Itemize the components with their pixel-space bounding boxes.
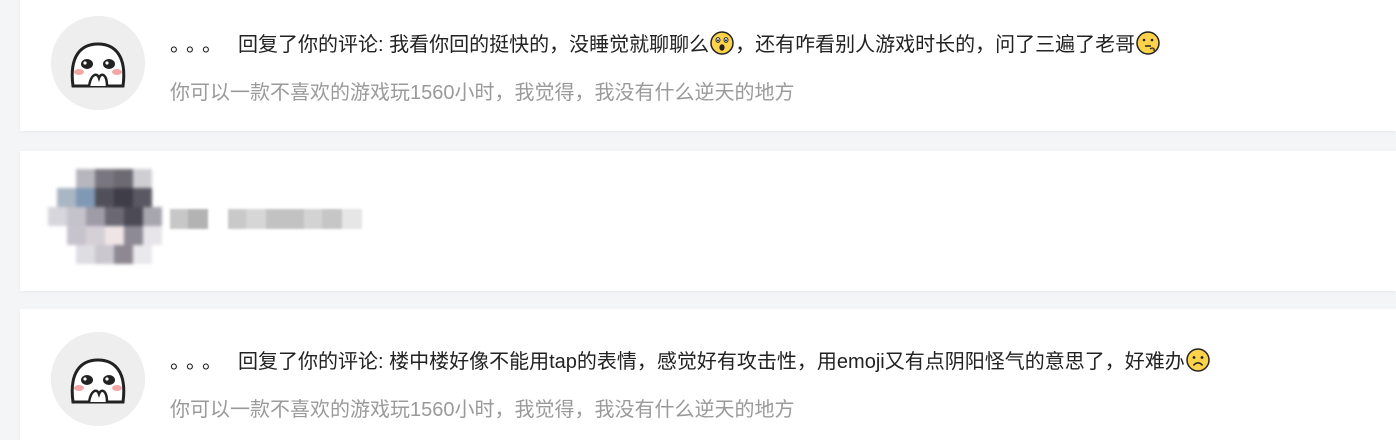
cartoon-face-icon [51,16,145,110]
thinking-face-icon [1136,30,1160,55]
quoted-comment[interactable]: 你可以一款不喜欢的游戏玩1560小时，我觉得，我没有什么逆天的地方 [170,393,795,422]
notification-card[interactable]: 。。。 回复了你的评论: 楼中楼好像不能用tap的表情，感觉好有攻击性，用emo… [20,309,1396,440]
avatar-blurred [48,169,162,277]
quoted-comment[interactable]: 你可以一款不喜欢的游戏玩1560小时，我觉得，我没有什么逆天的地方 [170,76,795,105]
surprised-face-icon [710,30,734,55]
frowning-face-icon [1185,347,1210,372]
notification-card-redacted[interactable] [20,151,1396,291]
username[interactable]: 。。。 [170,28,228,57]
reply-text: 回复了你的评论: 楼中楼好像不能用tap的表情，感觉好有攻击性，用emoji又有… [238,351,1185,373]
username-blurred [170,209,365,229]
reply-line[interactable]: 。。。 回复了你的评论: 我看你回的挺快的，没睡觉就聊聊么 ，还有咋看别人游戏时… [170,28,1161,57]
avatar[interactable] [51,332,145,426]
cartoon-face-icon [51,332,145,426]
notification-card[interactable]: 。。。 回复了你的评论: 我看你回的挺快的，没睡觉就聊聊么 ，还有咋看别人游戏时… [20,0,1396,131]
reply-text: 回复了你的评论: 我看你回的挺快的，没睡觉就聊聊么 [238,34,710,56]
username[interactable]: 。。。 [170,345,228,374]
reply-line[interactable]: 。。。 回复了你的评论: 楼中楼好像不能用tap的表情，感觉好有攻击性，用emo… [170,345,1211,374]
avatar[interactable] [51,16,145,110]
reply-text-continued: ，还有咋看别人游戏时长的，问了三遍了老哥 [735,34,1136,56]
